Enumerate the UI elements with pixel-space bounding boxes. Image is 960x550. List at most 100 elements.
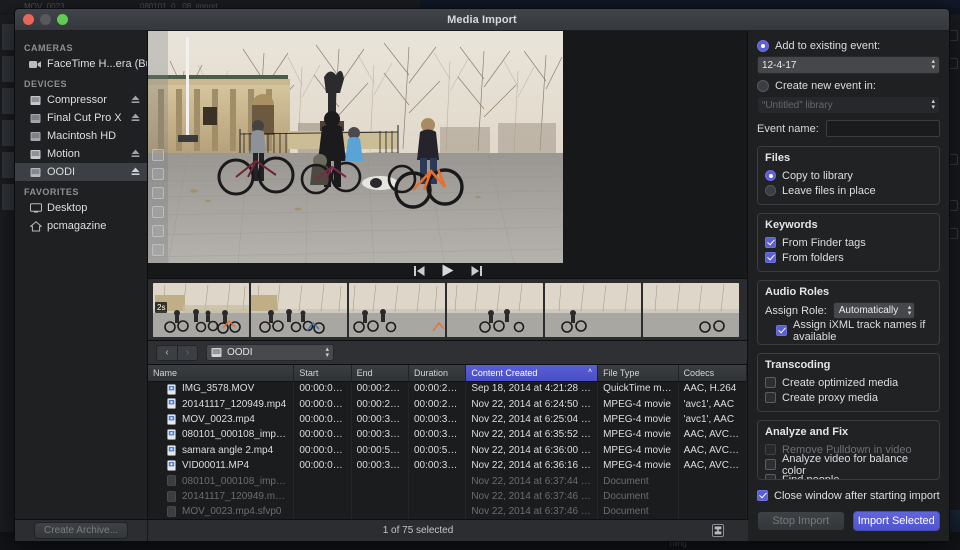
create-proxy-media-checkbox[interactable] [765, 392, 776, 403]
clip-filmstrip[interactable]: 2s [148, 278, 747, 341]
file-name-cell[interactable]: MOV_0023.mp4 [148, 412, 294, 427]
column-header-start[interactable]: Start [294, 365, 351, 381]
file-list-body[interactable]: IMG_3578.MOV 00:00:00:00 00:00:27:21 00:… [148, 381, 747, 520]
import-settings-panel[interactable]: Add to existing event: 12-4-17 ▴▾ Create… [747, 31, 949, 542]
source-sidebar[interactable]: CAMERAS FaceTime H...era (Built-in) DEVI… [15, 31, 148, 542]
file-name-cell[interactable]: IMG_3578.MOV [148, 381, 294, 396]
close-window-checkbox[interactable] [757, 490, 768, 501]
table-row[interactable]: 080101_000108_import... 00:00:00:00 00:0… [148, 427, 747, 442]
filmstrip-frame[interactable] [447, 283, 543, 337]
back-button[interactable]: ‹ [156, 345, 177, 361]
import-action-buttons[interactable]: Stop Import Import Selected [757, 511, 940, 531]
from-finder-tags-option[interactable]: From Finder tags [765, 235, 932, 250]
column-header-duration[interactable]: Duration [409, 365, 466, 381]
file-name-cell[interactable]: 20141117_120949.mp4 [148, 396, 294, 411]
add-to-existing-event-radio[interactable] [757, 40, 769, 52]
location-popup-button[interactable]: OODI ▴▾ [206, 344, 334, 361]
sidebar-item-oodi[interactable]: OODI [15, 163, 147, 181]
table-row[interactable]: MOV_0023.mp4.sfvp0 Nov 22, 2014 at 6:37:… [148, 504, 747, 519]
event-name-input[interactable] [826, 120, 940, 137]
video-preview[interactable] [148, 31, 747, 278]
assign-ixml-checkbox[interactable] [776, 325, 787, 336]
copy-to-library-option[interactable]: Copy to library [765, 168, 932, 183]
sidebar-item-motion[interactable]: Motion [15, 145, 147, 163]
assign-role-select[interactable]: Automatically ▴▾ [833, 302, 915, 319]
location-pathbar[interactable]: ‹ › OODI ▴▾ [148, 341, 747, 365]
create-archive-cell[interactable]: Create Archive... [15, 520, 148, 541]
table-row[interactable]: 20141117_120949.mp4 00:00:00:00 00:00:25… [148, 396, 747, 411]
create-new-event-radio[interactable] [757, 80, 769, 92]
column-header-name[interactable]: Name [148, 365, 294, 381]
view-options-cell[interactable] [688, 524, 748, 537]
preview-video-frame[interactable] [148, 31, 563, 263]
eject-icon[interactable] [131, 95, 140, 105]
window-titlebar[interactable]: Media Import [15, 9, 949, 31]
close-window-option[interactable]: Close window after starting import [757, 488, 940, 503]
file-name-cell[interactable]: VID00011.MP4 [148, 458, 294, 473]
event-name-row[interactable]: Event name: [757, 120, 940, 137]
file-name-cell[interactable]: 080101_000108_import... [148, 427, 294, 442]
from-folders-checkbox[interactable] [765, 252, 776, 263]
filmstrip-frame[interactable] [349, 283, 445, 337]
chevron-updown-icon[interactable]: ▴▾ [325, 347, 329, 359]
column-header-codecs[interactable]: Codecs [678, 365, 746, 381]
file-name-cell[interactable]: 080101_000108_import.... [148, 473, 294, 488]
eject-icon[interactable] [131, 167, 140, 177]
list-view-icon[interactable] [712, 524, 724, 537]
create-archive-button[interactable]: Create Archive... [34, 522, 128, 539]
filmstrip-frame[interactable] [251, 283, 347, 337]
create-optimized-media-checkbox[interactable] [765, 377, 776, 388]
go-to-end-icon[interactable] [471, 266, 482, 276]
assign-role-row[interactable]: Assign Role: Automatically ▴▾ [765, 302, 932, 319]
eject-icon[interactable] [131, 113, 140, 123]
leave-files-in-place-radio[interactable] [765, 185, 776, 196]
eject-icon[interactable] [131, 149, 140, 159]
filmstrip-frame[interactable] [545, 283, 641, 337]
filmstrip-frame[interactable] [643, 283, 739, 337]
from-finder-tags-checkbox[interactable] [765, 237, 776, 248]
sidebar-item-final-cut-pro-x[interactable]: Final Cut Pro X [15, 109, 147, 127]
import-selected-button[interactable]: Import Selected [853, 511, 941, 531]
create-optimized-media-option[interactable]: Create optimized media [765, 375, 932, 390]
stop-import-button[interactable]: Stop Import [757, 511, 845, 531]
create-new-event-radio-row[interactable]: Create new event in: [757, 80, 940, 92]
table-row[interactable]: IMG_3578.MOV 00:00:00:00 00:00:27:21 00:… [148, 381, 747, 396]
add-to-existing-event-radio-row[interactable]: Add to existing event: [757, 40, 940, 52]
file-name-cell[interactable]: samara angle 2.mp4 [148, 443, 294, 458]
sidebar-item-pcmagazine[interactable]: pcmagazine [15, 217, 147, 235]
table-row[interactable]: MOV_0023.mp4 00:00:00:00 00:00:34:08 00:… [148, 412, 747, 427]
table-row[interactable]: 080101_000108_import.... Nov 22, 2014 at… [148, 473, 747, 488]
filmstrip-frame[interactable]: 2s [153, 283, 249, 337]
navigation-buttons[interactable]: ‹ › [156, 345, 198, 361]
forward-button[interactable]: › [177, 345, 198, 361]
copy-to-library-radio[interactable] [765, 170, 776, 181]
play-icon[interactable] [442, 264, 454, 277]
analyze-balance-color-checkbox[interactable] [765, 459, 776, 470]
column-header-file-type[interactable]: File Type [598, 365, 678, 381]
sidebar-item-compressor[interactable]: Compressor [15, 91, 147, 109]
table-row[interactable]: VID00011.MP4 00:00:00:00 00:00:38:03 00:… [148, 458, 747, 473]
create-proxy-media-option[interactable]: Create proxy media [765, 390, 932, 405]
file-list-table[interactable]: Name Start End Duration Content Created … [148, 365, 747, 520]
sidebar-item-desktop[interactable]: Desktop [15, 199, 147, 217]
transport-controls[interactable] [148, 263, 747, 278]
file-name-cell[interactable]: MOV_0023.mp4.sfvp0 [148, 504, 294, 519]
column-header-end[interactable]: End [351, 365, 408, 381]
table-header-row[interactable]: Name Start End Duration Content Created … [148, 365, 747, 381]
column-header-content-created[interactable]: Content Created ˄ [466, 365, 598, 381]
file-name-cell[interactable]: 20141117_120949.mp4.s... [148, 489, 294, 504]
existing-event-select[interactable]: 12-4-17 ▴▾ [757, 56, 940, 74]
find-people-checkbox[interactable] [765, 474, 776, 480]
leave-files-in-place-option[interactable]: Leave files in place [765, 183, 932, 198]
go-to-start-icon[interactable] [414, 266, 425, 276]
sidebar-item-macintosh-hd[interactable]: Macintosh HD [15, 127, 147, 145]
chevron-updown-icon[interactable]: ▴▾ [908, 305, 912, 317]
sidebar-item-facetime-camera[interactable]: FaceTime H...era (Built-in) [15, 55, 147, 73]
table-row[interactable]: 20141117_120949.mp4.s... Nov 22, 2014 at… [148, 489, 747, 504]
analyze-balance-color-option[interactable]: Analyze video for balance color [765, 457, 932, 472]
assign-ixml-option[interactable]: Assign iXML track names if available [765, 323, 932, 338]
chevron-updown-icon[interactable]: ▴▾ [931, 59, 935, 71]
table-row[interactable]: samara angle 2.mp4 00:00:00:00 00:00:51:… [148, 443, 747, 458]
file-list[interactable]: Name Start End Duration Content Created … [148, 365, 747, 542]
from-folders-option[interactable]: From folders [765, 250, 932, 265]
